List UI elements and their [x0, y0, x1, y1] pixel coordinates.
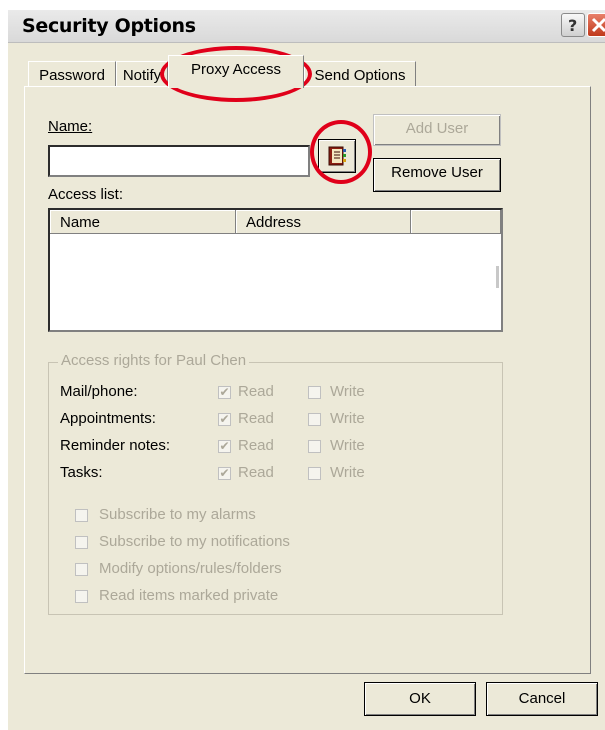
access-list[interactable]: Name Address — [48, 208, 503, 332]
read-private-checkbox[interactable] — [75, 590, 88, 603]
remove-user-label: Remove User — [391, 164, 483, 181]
cancel-label: Cancel — [518, 690, 566, 707]
rights-label-mail: Mail/phone: — [60, 383, 138, 400]
name-label-text: Name: — [48, 118, 93, 135]
close-button[interactable] — [587, 13, 605, 37]
tab-proxy-access[interactable]: Proxy Access — [168, 55, 304, 88]
subscribe-alarms-checkbox[interactable] — [75, 509, 88, 522]
name-label: Name: — [48, 118, 92, 135]
read-label-reminder: Read — [238, 437, 274, 454]
rights-label-reminder: Reminder notes: — [60, 437, 171, 454]
write-checkbox-reminder[interactable] — [308, 440, 321, 453]
help-icon: ? — [568, 16, 577, 35]
write-checkbox-appointments[interactable] — [308, 413, 321, 426]
read-label-appointments: Read — [238, 410, 274, 427]
add-user-button[interactable]: Add User — [373, 114, 501, 146]
rights-label-appointments: Appointments: — [60, 410, 156, 427]
read-checkbox-reminder[interactable]: ✔ — [218, 440, 231, 453]
modify-options-checkbox[interactable] — [75, 563, 88, 576]
cancel-button[interactable]: Cancel — [486, 682, 598, 716]
tab-send-options[interactable]: Send Options — [304, 61, 416, 87]
title-bar: Security Options ? — [8, 10, 605, 43]
read-checkbox-tasks[interactable]: ✔ — [218, 467, 231, 480]
write-label-tasks: Write — [330, 464, 365, 481]
annotation-circle-address-book — [310, 120, 372, 184]
write-checkbox-tasks[interactable] — [308, 467, 321, 480]
name-input[interactable] — [48, 145, 310, 177]
tab-password[interactable]: Password — [28, 61, 116, 87]
access-rights-title: Access rights for Paul Chen — [58, 352, 250, 369]
subscribe-notifications-checkbox[interactable] — [75, 536, 88, 549]
read-private-label: Read items marked private — [99, 587, 279, 604]
read-checkbox-appointments[interactable]: ✔ — [218, 413, 231, 426]
column-header-address[interactable]: Address — [236, 210, 411, 234]
window-title: Security Options — [22, 15, 196, 37]
write-label-appointments: Write — [330, 410, 365, 427]
write-label-reminder: Write — [330, 437, 365, 454]
close-icon — [591, 17, 605, 33]
write-label-mail: Write — [330, 383, 365, 400]
read-label-mail: Read — [238, 383, 274, 400]
scrollbar[interactable] — [496, 266, 499, 288]
rights-label-tasks: Tasks: — [60, 464, 103, 481]
column-header-name[interactable]: Name — [50, 210, 236, 234]
write-checkbox-mail[interactable] — [308, 386, 321, 399]
access-list-label: Access list: — [48, 186, 124, 203]
read-checkbox-mail[interactable]: ✔ — [218, 386, 231, 399]
subscribe-alarms-label: Subscribe to my alarms — [99, 506, 256, 523]
remove-user-button[interactable]: Remove User — [373, 158, 501, 192]
read-label-tasks: Read — [238, 464, 274, 481]
add-user-label: Add User — [405, 120, 469, 137]
svg-text:?: ? — [568, 16, 577, 35]
subscribe-notifications-label: Subscribe to my notifications — [99, 533, 290, 550]
ok-button[interactable]: OK — [364, 682, 476, 716]
column-header-empty[interactable] — [411, 210, 501, 234]
ok-label: OK — [409, 690, 431, 707]
modify-options-label: Modify options/rules/folders — [99, 560, 282, 577]
help-button[interactable]: ? — [561, 13, 585, 37]
